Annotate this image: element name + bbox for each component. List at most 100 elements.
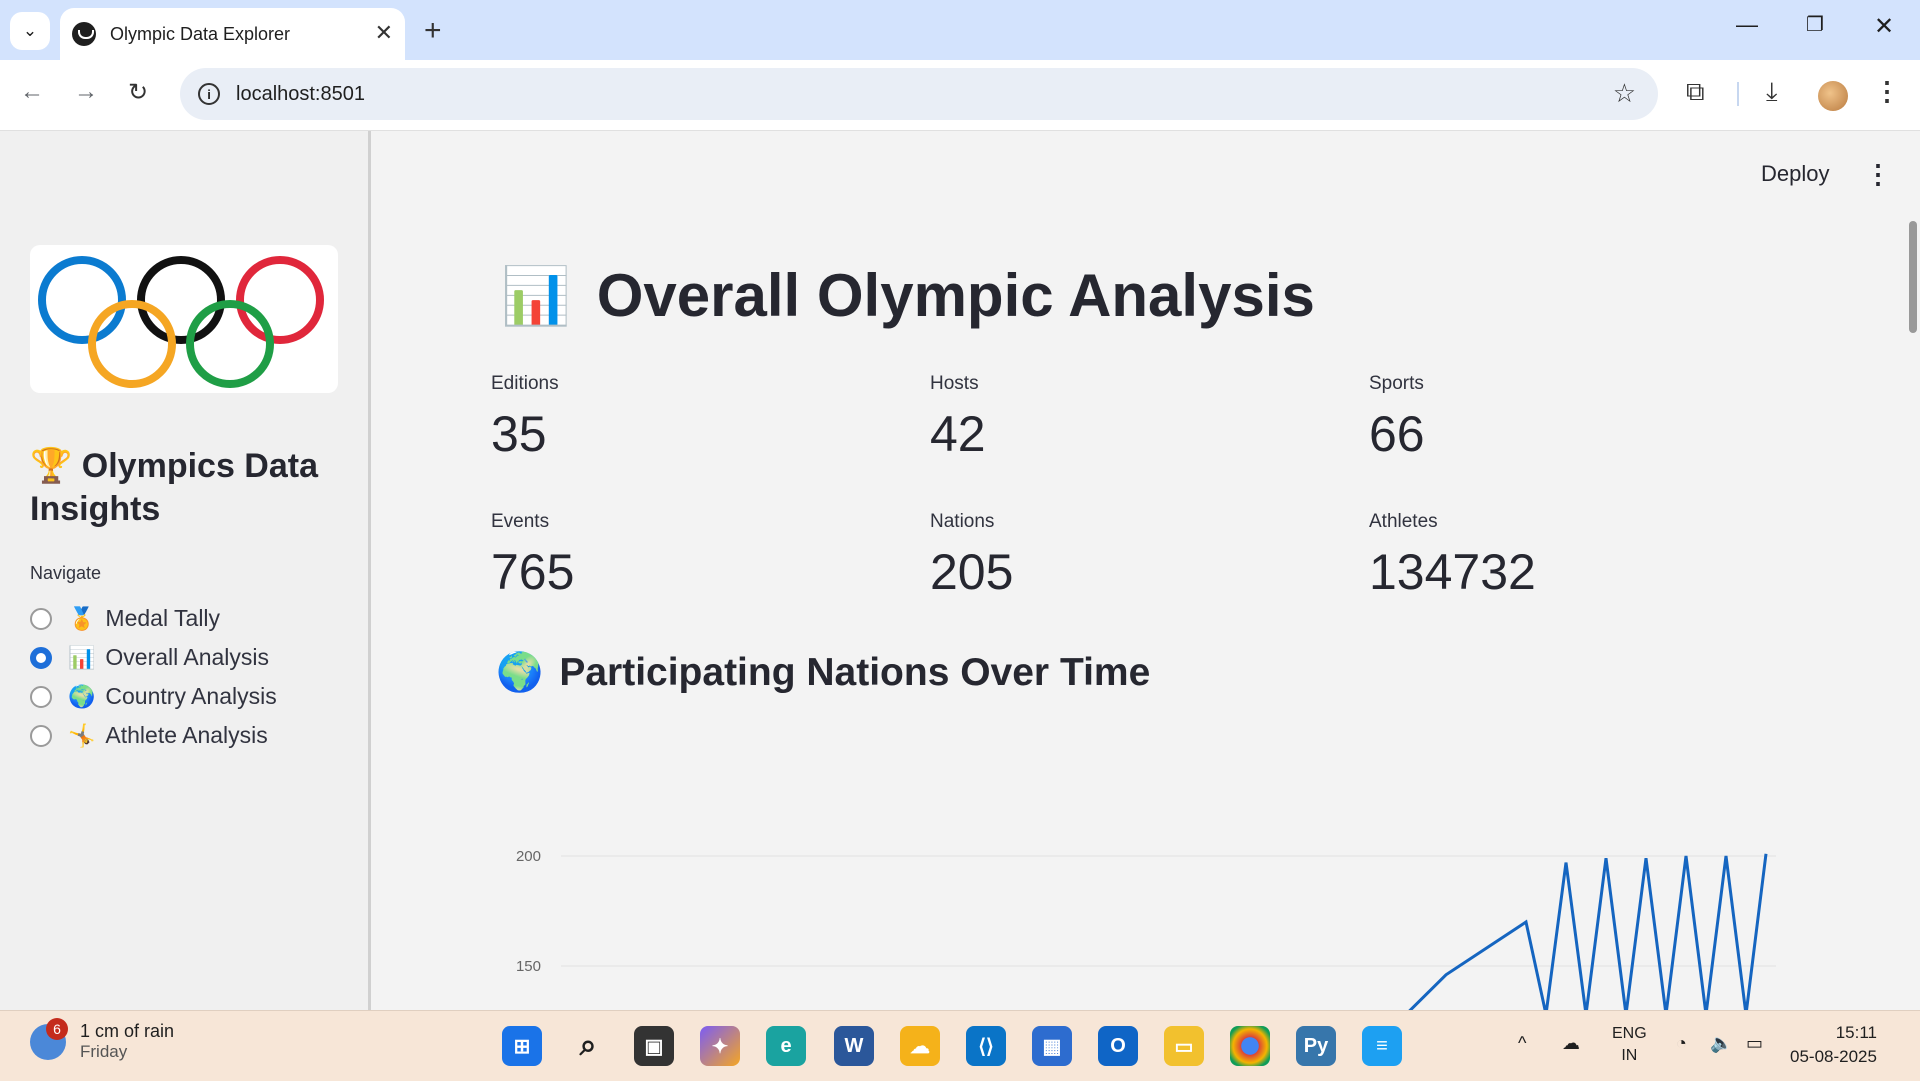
metric-editions: Editions 35 bbox=[491, 373, 559, 463]
profile-avatar[interactable] bbox=[1818, 81, 1848, 111]
metric-nations: Nations 205 bbox=[930, 511, 1013, 601]
volume-icon[interactable]: 🔈 bbox=[1710, 1033, 1732, 1054]
word-icon[interactable]: W bbox=[834, 1026, 874, 1066]
language-indicator[interactable]: ENG IN bbox=[1612, 1023, 1647, 1067]
metric-sports: Sports 66 bbox=[1369, 373, 1425, 463]
metric-value: 205 bbox=[930, 544, 1014, 600]
weather-text: 1 cm of rain bbox=[80, 1021, 175, 1041]
radio-button[interactable] bbox=[30, 685, 52, 708]
navigate-label: Navigate bbox=[30, 563, 102, 583]
address-bar[interactable]: i localhost:8501 ☆ bbox=[180, 68, 1658, 120]
scrollbar[interactable] bbox=[1909, 221, 1917, 333]
weather-app-icon[interactable]: ☁ bbox=[900, 1026, 940, 1066]
lang-bottom: IN bbox=[1621, 1047, 1638, 1064]
radio-button[interactable] bbox=[30, 724, 52, 747]
nav-option-label[interactable]: Athlete Analysis bbox=[105, 722, 267, 749]
forward-arrow-icon[interactable]: → bbox=[74, 78, 98, 106]
time-text: 15:11 bbox=[1835, 1023, 1877, 1042]
battery-icon[interactable]: ▭ bbox=[1746, 1033, 1763, 1054]
vscode-icon[interactable]: ⟨⟩ bbox=[966, 1026, 1006, 1066]
metric-label: Athletes bbox=[1369, 511, 1438, 532]
site-info-icon[interactable]: i bbox=[198, 83, 220, 105]
metric-athletes: Athletes 134732 bbox=[1369, 511, 1536, 601]
lang-top: ENG bbox=[1612, 1025, 1647, 1042]
browser-tab[interactable]: Olympic Data Explorer ✕ bbox=[60, 8, 405, 60]
url-text[interactable]: localhost:8501 bbox=[236, 83, 365, 106]
metric-value: 42 bbox=[930, 406, 986, 462]
tab-close-icon[interactable]: ✕ bbox=[375, 20, 393, 46]
copilot-icon[interactable]: ✦ bbox=[700, 1026, 740, 1066]
tab-search-button[interactable]: ⌄ bbox=[10, 12, 50, 50]
show-hidden-icons[interactable]: ^ bbox=[1518, 1033, 1526, 1054]
nav-option-overall-analysis[interactable]: 📊 Overall Analysis bbox=[30, 644, 269, 671]
radio-button-selected[interactable] bbox=[30, 646, 52, 669]
download-icon[interactable]: ⤓ bbox=[1766, 76, 1778, 108]
metric-value: 66 bbox=[1369, 406, 1425, 462]
bar-chart-icon: 📊 bbox=[501, 263, 571, 327]
page-title-text: Overall Olympic Analysis bbox=[596, 262, 1315, 329]
new-tab-button[interactable]: + bbox=[424, 14, 442, 48]
radio-button[interactable] bbox=[30, 607, 52, 630]
globe-icon: 🌍 bbox=[496, 652, 544, 694]
windows-taskbar: 6 1 cm of rain Friday ⊞ ⌕ ▣ ✦ e W ☁ ⟨⟩ ▦… bbox=[0, 1010, 1920, 1081]
deploy-button[interactable]: Deploy bbox=[1761, 161, 1829, 187]
nav-option-label[interactable]: Overall Analysis bbox=[105, 644, 269, 671]
python-icon[interactable]: Py bbox=[1296, 1026, 1336, 1066]
weather-day: Friday bbox=[80, 1042, 128, 1061]
clock[interactable]: 15:11 05-08-2025 bbox=[1790, 1021, 1877, 1069]
nav-option-country-analysis[interactable]: 🌍 Country Analysis bbox=[30, 683, 277, 710]
nations-series-line bbox=[1408, 853, 1768, 1010]
restore-icon[interactable]: ❐ bbox=[1806, 12, 1824, 37]
tab-title: Olympic Data Explorer bbox=[110, 23, 291, 44]
file-explorer-icon[interactable]: ▭ bbox=[1164, 1026, 1204, 1066]
windows-start-icon[interactable]: ⊞ bbox=[502, 1026, 542, 1066]
bar-chart-icon: 📊 bbox=[68, 644, 96, 670]
browser-toolbar: ← → ↻ i localhost:8501 ☆ ⧉ ⤓ ⋮ bbox=[0, 60, 1920, 131]
metric-value: 765 bbox=[491, 544, 575, 600]
metric-label: Nations bbox=[930, 511, 995, 532]
task-view-icon[interactable]: ▣ bbox=[634, 1026, 674, 1066]
metric-hosts: Hosts 42 bbox=[930, 373, 986, 463]
wifi-icon[interactable]: ◔ bbox=[1676, 1033, 1687, 1054]
nav-option-athlete-analysis[interactable]: 🤸 Athlete Analysis bbox=[30, 722, 268, 749]
streamlit-favicon-icon bbox=[72, 22, 96, 46]
olympic-rings-logo bbox=[30, 245, 338, 393]
back-arrow-icon[interactable]: ← bbox=[20, 78, 44, 106]
sidebar: 🏆 Olympics Data Insights Navigate 🏅 Meda… bbox=[0, 131, 371, 1010]
date-text: 05-08-2025 bbox=[1790, 1047, 1877, 1066]
edge-icon[interactable]: e bbox=[766, 1026, 806, 1066]
metric-label: Hosts bbox=[930, 373, 979, 394]
minimize-icon[interactable]: — bbox=[1736, 12, 1758, 38]
chrome-menu-icon[interactable]: ⋮ bbox=[1874, 76, 1900, 107]
bookmark-star-icon[interactable]: ☆ bbox=[1613, 78, 1636, 109]
nav-option-label[interactable]: Country Analysis bbox=[105, 683, 276, 710]
outlook-icon[interactable]: O bbox=[1098, 1026, 1138, 1066]
medal-icon: 🏅 bbox=[68, 605, 96, 631]
nav-option-label[interactable]: Medal Tally bbox=[105, 605, 220, 632]
app-menu-icon[interactable]: ⋮ bbox=[1865, 159, 1891, 190]
metric-label: Editions bbox=[491, 373, 559, 394]
y-tick-label: 150 bbox=[516, 958, 541, 975]
onedrive-icon[interactable]: ☁ bbox=[1562, 1033, 1580, 1054]
page-title: 📊 Overall Olympic Analysis bbox=[501, 261, 1315, 330]
globe-icon: 🌍 bbox=[68, 683, 96, 709]
nav-option-medal-tally[interactable]: 🏅 Medal Tally bbox=[30, 605, 220, 632]
chart-y-ticks: 150 200 bbox=[516, 848, 541, 975]
metric-label: Events bbox=[491, 511, 550, 532]
weather-badge: 6 bbox=[46, 1017, 68, 1040]
close-window-icon[interactable]: ✕ bbox=[1874, 12, 1894, 41]
athlete-icon: 🤸 bbox=[68, 722, 96, 748]
metric-value: 134732 bbox=[1369, 544, 1536, 600]
extensions-icon[interactable]: ⧉ bbox=[1686, 76, 1705, 108]
notepad-icon[interactable]: ≡ bbox=[1362, 1026, 1402, 1066]
browser-tab-bar: ⌄ Olympic Data Explorer ✕ + — ❐ ✕ bbox=[0, 0, 1920, 60]
chrome-icon[interactable] bbox=[1230, 1026, 1270, 1066]
reload-icon[interactable]: ↻ bbox=[128, 78, 148, 107]
toolbar-divider bbox=[1737, 82, 1739, 106]
search-icon[interactable]: ⌕ bbox=[568, 1026, 608, 1066]
section-title: 🌍 Participating Nations Over Time bbox=[496, 651, 1150, 695]
weather-widget[interactable]: 6 1 cm of rain Friday bbox=[30, 1017, 175, 1062]
store-icon[interactable]: ▦ bbox=[1032, 1026, 1072, 1066]
metric-label: Sports bbox=[1369, 373, 1424, 394]
metric-value: 35 bbox=[491, 406, 547, 462]
